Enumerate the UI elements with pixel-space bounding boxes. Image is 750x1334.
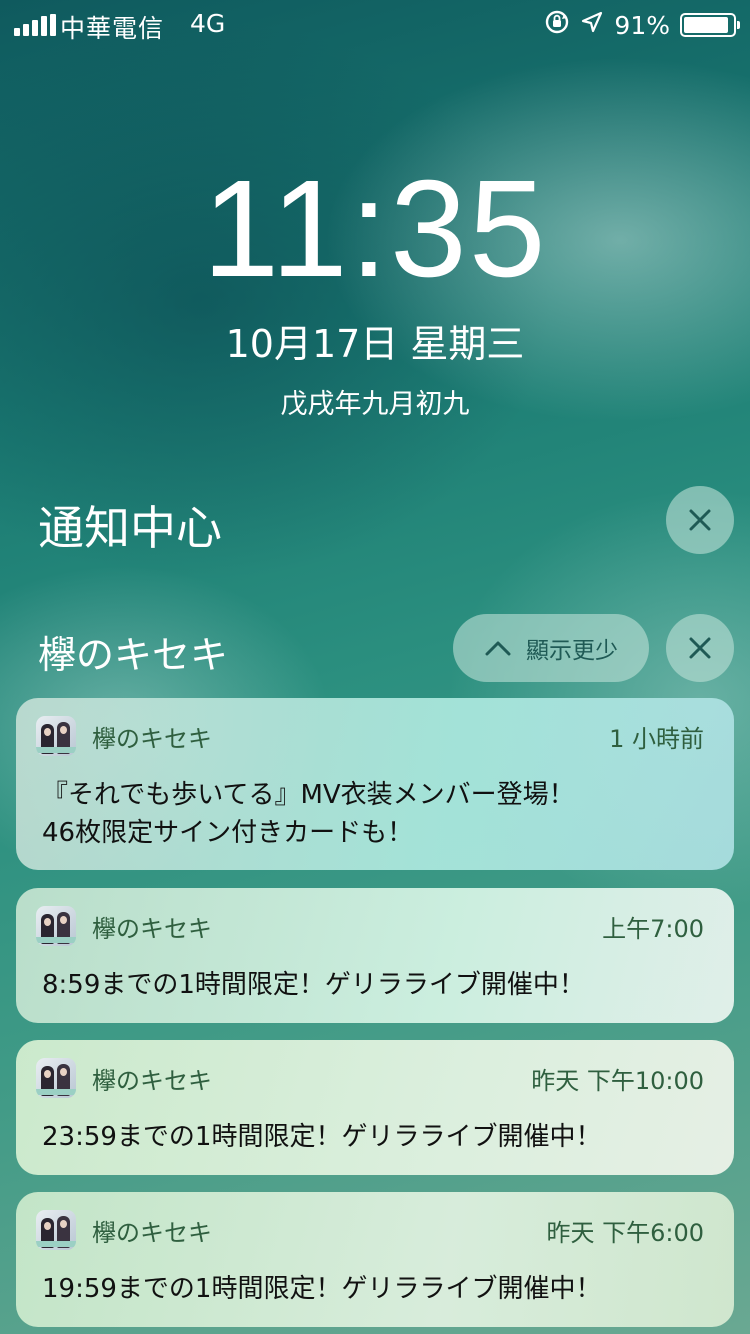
notification-message-line: 46枚限定サイン付きカードも！ — [42, 818, 414, 848]
lunar-date: 戊戌年九月初九 — [280, 389, 470, 420]
notification-time: 昨天 下午6:00 — [546, 1218, 704, 1247]
signal-icon — [14, 14, 56, 36]
notification-group-title: 欅のキセキ — [38, 633, 229, 677]
close-icon — [689, 509, 711, 531]
carrier-name: 中華電信 — [60, 14, 165, 43]
notification-center-title: 通知中心 — [38, 501, 222, 555]
notification-app-name: 欅のキセキ — [92, 724, 212, 753]
clear-all-button[interactable] — [666, 486, 734, 554]
battery-fill — [684, 17, 728, 33]
close-icon — [689, 637, 711, 659]
notification-card[interactable]: 欅のキセキ 昨天 下午6:00 19:59までの1時間限定！ゲリラライブ開催中！ — [16, 1192, 734, 1327]
notification-app-name: 欅のキセキ — [92, 1218, 212, 1247]
status-bar: 中華電信 4G 91% — [0, 0, 750, 50]
notification-time: 上午7:00 — [602, 914, 704, 943]
app-icon — [36, 1058, 76, 1098]
battery-icon — [680, 13, 740, 37]
location-arrow-icon — [580, 10, 604, 40]
app-icon — [36, 906, 76, 946]
notification-card[interactable]: 欅のキセキ 昨天 下午10:00 23:59までの1時間限定！ゲリラライブ開催中… — [16, 1040, 734, 1175]
notification-card[interactable]: 欅のキセキ 1 小時前 『それでも歩いてる』MV衣装メンバー登場！ 46枚限定サ… — [16, 698, 734, 870]
show-less-label: 顯示更少 — [526, 638, 618, 664]
app-icon — [36, 1210, 76, 1250]
chevron-up-icon — [485, 641, 511, 656]
app-icon — [36, 716, 76, 756]
notification-message-line: 8:59までの1時間限定！ゲリラライブ開催中！ — [42, 970, 585, 1000]
notification-message-line: 23:59までの1時間限定！ゲリラライブ開催中！ — [42, 1122, 602, 1152]
battery-percent: 91% — [614, 10, 670, 40]
notification-time: 昨天 下午10:00 — [531, 1066, 704, 1095]
notification-time: 1 小時前 — [609, 724, 704, 753]
notification-card[interactable]: 欅のキセキ 上午7:00 8:59までの1時間限定！ゲリラライブ開催中！ — [16, 888, 734, 1023]
clear-group-button[interactable] — [666, 614, 734, 682]
lock-clock: 11:35 — [202, 152, 548, 306]
notification-message-line: 19:59までの1時間限定！ゲリラライブ開催中！ — [42, 1274, 602, 1304]
notification-message-line: 『それでも歩いてる』MV衣装メンバー登場！ — [42, 780, 575, 810]
lock-date: 10月17日 星期三 — [225, 322, 525, 366]
network-type: 4G — [190, 9, 226, 38]
notification-app-name: 欅のキセキ — [92, 914, 212, 943]
rotation-lock-icon — [544, 9, 570, 41]
notification-app-name: 欅のキセキ — [92, 1066, 212, 1095]
show-less-button[interactable]: 顯示更少 — [453, 614, 649, 682]
